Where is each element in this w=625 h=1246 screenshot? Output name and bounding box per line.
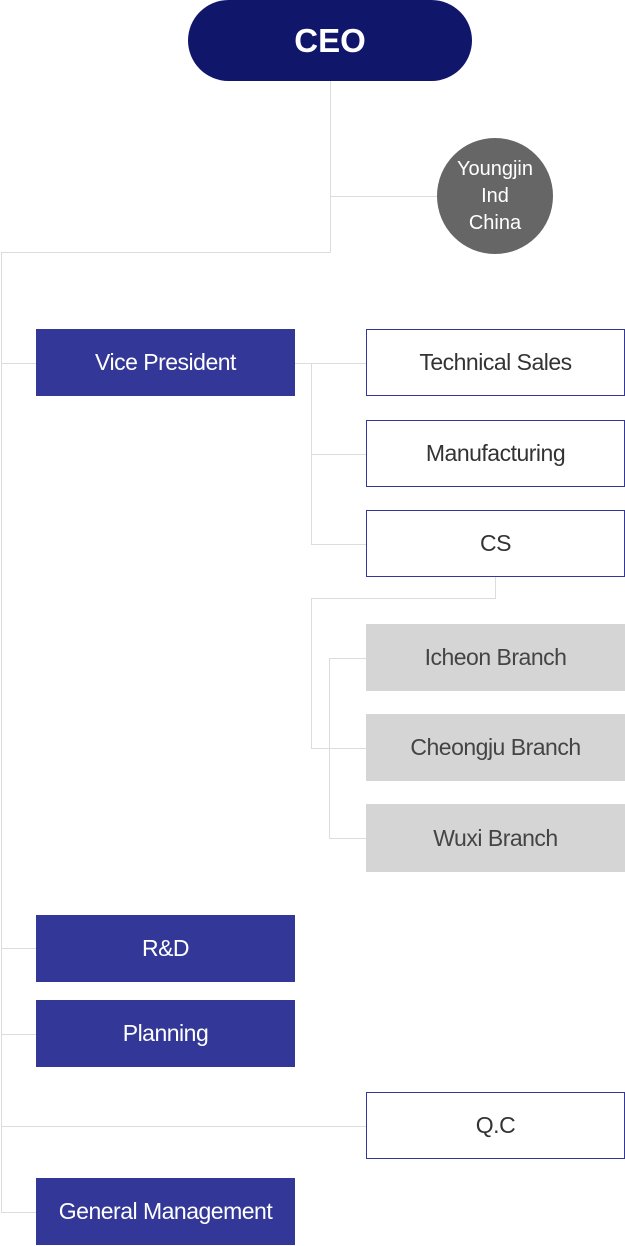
connector <box>1 363 36 364</box>
connector <box>330 196 438 197</box>
connector <box>311 598 496 599</box>
connector <box>329 838 366 839</box>
connector <box>1 252 331 253</box>
connector <box>1 948 36 949</box>
vice-president-node: Vice President <box>36 329 295 396</box>
affiliate-node: Youngjin Ind China <box>437 138 553 254</box>
qc-node: Q.C <box>366 1092 625 1159</box>
connector <box>1 252 2 1213</box>
connector <box>329 658 330 839</box>
planning-node: Planning <box>36 1000 295 1067</box>
ceo-node: CEO <box>188 0 472 81</box>
connector <box>330 81 331 253</box>
technical-sales-node: Technical Sales <box>366 329 625 396</box>
connector <box>311 454 366 455</box>
general-management-node: General Management <box>36 1178 295 1245</box>
connector <box>311 544 366 545</box>
connector <box>495 577 496 598</box>
wuxi-branch-node: Wuxi Branch <box>366 804 625 872</box>
cheongju-branch-node: Cheongju Branch <box>366 714 625 781</box>
icheon-branch-node: Icheon Branch <box>366 624 625 691</box>
rnd-node: R&D <box>36 915 295 982</box>
connector <box>311 748 366 749</box>
connector <box>295 363 366 364</box>
manufacturing-node: Manufacturing <box>366 420 625 487</box>
connector <box>311 598 312 749</box>
connector <box>1 1126 366 1127</box>
connector <box>1 1212 36 1213</box>
connector <box>329 658 366 659</box>
connector <box>1 1034 36 1035</box>
cs-node: CS <box>366 510 625 577</box>
